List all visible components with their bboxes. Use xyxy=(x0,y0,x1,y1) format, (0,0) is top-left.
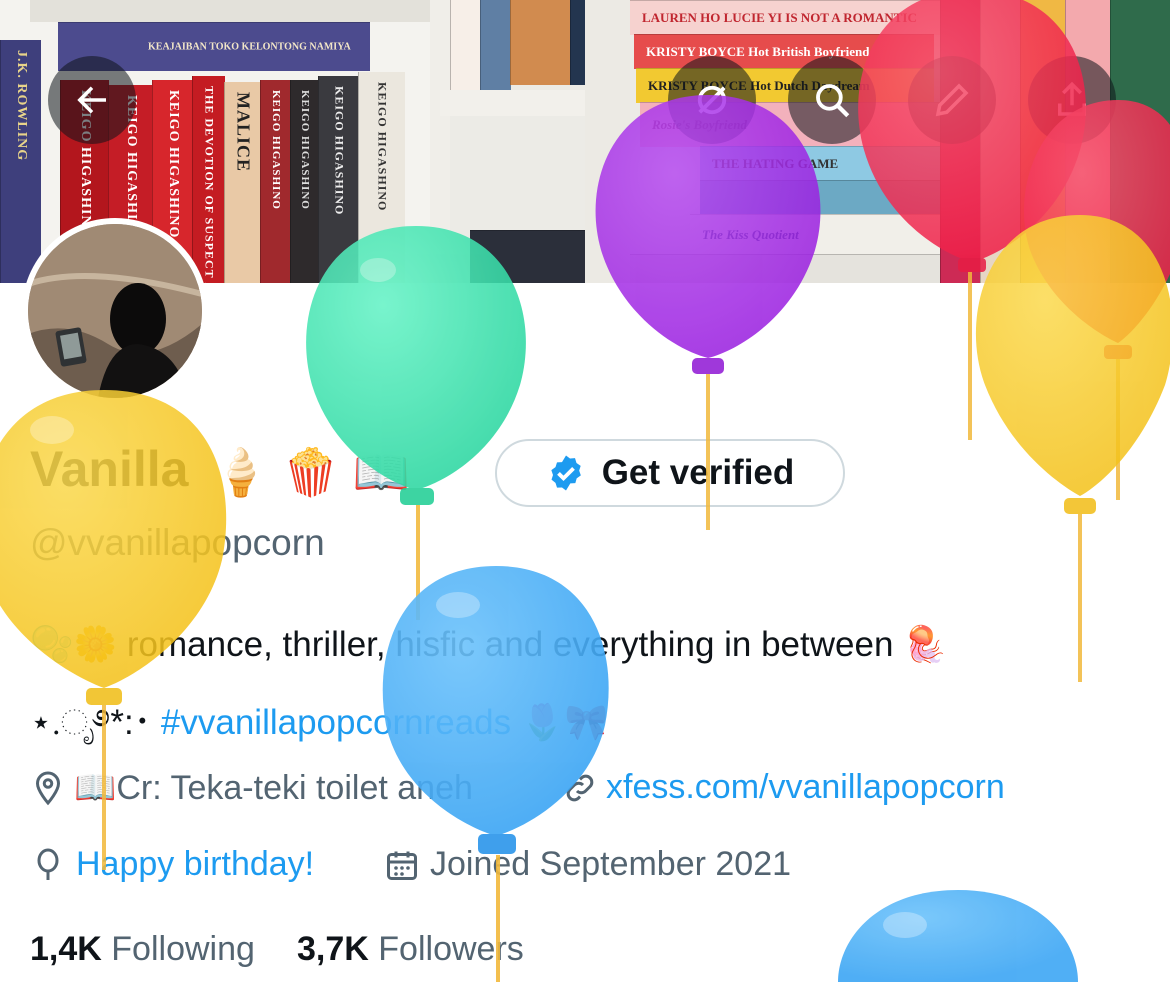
search-icon xyxy=(816,84,850,118)
website-item[interactable]: xfess.com/vvanillapopcorn xyxy=(562,768,1005,807)
get-verified-label: Get verified xyxy=(601,453,795,492)
book-spine xyxy=(1110,0,1170,283)
followers-count: 3,7K xyxy=(297,930,369,968)
book-spine: THE DEVOTION OF SUSPECT X xyxy=(192,76,225,283)
pencil-icon xyxy=(935,83,969,117)
following-count: 1,4K xyxy=(30,930,102,968)
grok-icon xyxy=(697,85,727,115)
user-handle: @vvanillapopcorn xyxy=(30,522,325,563)
shelf-board xyxy=(30,0,430,22)
bio-decoration: ⋆.ೃ࿔*:･ xyxy=(30,703,152,742)
avatar-image xyxy=(28,224,202,398)
book-spine: MALICE xyxy=(224,82,261,283)
display-name-text: Vanilla xyxy=(30,441,189,497)
shelf-divider xyxy=(585,0,630,283)
book-cover xyxy=(470,230,590,283)
name-emojis: 🍦 🍿 📖 xyxy=(212,446,410,499)
avatar-photo xyxy=(28,224,202,398)
bio-line-1: 🫧🌼 romance, thriller, hisfic and everyth… xyxy=(30,624,947,665)
calendar-icon xyxy=(387,851,417,880)
birthday-item[interactable]: Happy birthday! xyxy=(30,845,314,884)
search-button[interactable] xyxy=(788,56,876,144)
website-link[interactable]: xfess.com/vvanillapopcorn xyxy=(606,768,1005,807)
book-spine: KEIGO HIGASHINO xyxy=(260,80,291,283)
stacked-book: THE HATING GAME xyxy=(700,146,940,181)
bio-emoji-suffix: 🌷🎀 xyxy=(520,703,609,742)
bio-text: romance, thriller, hisfic and everything… xyxy=(126,625,894,664)
location-pin-icon xyxy=(35,771,61,806)
back-arrow-icon xyxy=(77,86,106,114)
share-icon xyxy=(1058,81,1086,116)
location-text: 📖Cr: Teka-teki toilet aneh xyxy=(74,769,473,807)
stacked-book: The Kiss Quotient xyxy=(690,214,940,255)
shelf-board xyxy=(630,254,940,283)
stacked-book: KRISTY BOYCE Hot British Boyfriend xyxy=(634,34,934,69)
joined-text: Joined September 2021 xyxy=(430,845,792,883)
bio-emoji-start: 🫧🌼 xyxy=(30,625,118,664)
following-label: Following xyxy=(111,930,255,968)
book-spine: KEIGO HIGASHINO xyxy=(358,72,405,283)
edit-button[interactable] xyxy=(908,56,996,144)
book-spine: KEIGO HIGASHINO xyxy=(318,76,359,283)
book-spine xyxy=(480,0,511,95)
book-spine xyxy=(980,0,1021,283)
avatar[interactable] xyxy=(22,218,208,404)
following-stat[interactable]: 1,4K Following xyxy=(30,930,255,969)
link-icon xyxy=(566,774,594,801)
bio-emoji-end: 🪼 xyxy=(903,625,947,664)
balloon-icon xyxy=(37,848,59,880)
verified-badge-icon xyxy=(551,455,581,491)
book-spine xyxy=(450,0,481,95)
share-button[interactable] xyxy=(1028,56,1116,144)
yellow-balloon xyxy=(975,215,1170,682)
stacked-book xyxy=(700,180,940,215)
back-button[interactable] xyxy=(48,56,136,144)
book-spine xyxy=(510,0,571,85)
grok-button[interactable] xyxy=(668,56,756,144)
followers-stat[interactable]: 3,7K Followers xyxy=(297,930,524,969)
get-verified-button[interactable]: Get verified xyxy=(495,439,845,507)
blue-balloon xyxy=(838,890,1078,982)
bio-hashtag-link[interactable]: #vvanillapopcornreads xyxy=(161,703,511,742)
shelf-divider xyxy=(430,0,450,283)
book-spine: KEIGO HIGASHINO xyxy=(290,80,319,283)
stacked-book: LAUREN HO LUCIE YI IS NOT A ROMANTIC xyxy=(630,0,940,35)
display-name: Vanilla 🍦 🍿 📖 xyxy=(30,440,410,500)
followers-label: Followers xyxy=(378,930,524,968)
green-balloon xyxy=(306,226,526,620)
location-item: 📖Cr: Teka-teki toilet aneh xyxy=(30,768,473,808)
book-spine: J.K. ROWLING xyxy=(0,40,41,283)
birthday-link[interactable]: Happy birthday! xyxy=(76,845,314,884)
joined-item: Joined September 2021 xyxy=(384,845,791,884)
